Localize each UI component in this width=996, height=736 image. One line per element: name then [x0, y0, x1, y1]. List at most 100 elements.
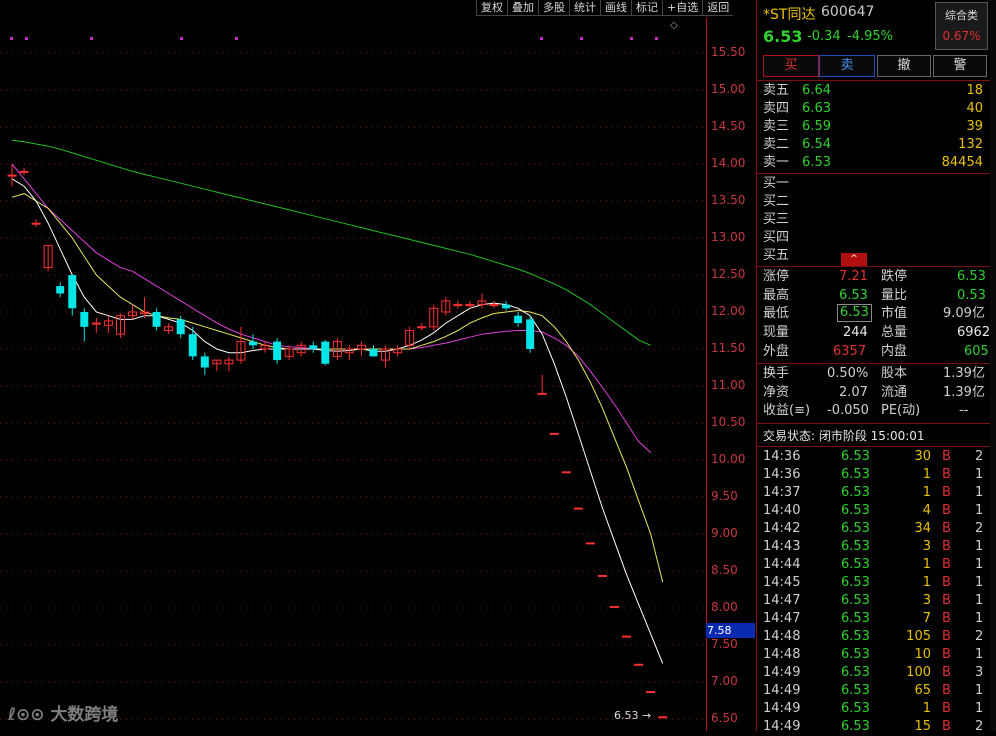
tick-row[interactable]: 14:37 6.53 1 B 1 — [757, 484, 996, 502]
stock-price: 6.53 — [763, 27, 803, 46]
tick-row[interactable]: 14:42 6.53 34 B 2 — [757, 520, 996, 538]
total-vol-value: 6962 — [957, 325, 991, 340]
tick-row[interactable]: 14:49 6.53 1 B 1 — [757, 700, 996, 718]
tick-row[interactable]: 14:44 6.53 1 B 1 — [757, 556, 996, 574]
ask-row-4[interactable]: 卖四 6.63 40 — [757, 100, 996, 118]
stock-change-pct: -4.95% — [847, 29, 893, 44]
price-axis-tick: 12.50 — [711, 267, 746, 281]
price-axis-tick: 12.00 — [711, 304, 746, 318]
collapse-orderbook-chevron-icon[interactable]: ^ — [841, 253, 867, 266]
tick-time: 14:44 — [763, 557, 801, 572]
buy-button[interactable]: 买 — [763, 55, 819, 77]
outer-label: 外盘 — [763, 344, 790, 359]
tick-time: 14:36 — [763, 467, 801, 482]
stock-name: *ST同达 — [763, 7, 816, 23]
kline-chart-svg[interactable] — [0, 18, 706, 731]
tick-side: B — [942, 449, 951, 464]
diamond-icon[interactable]: ◇ — [670, 20, 678, 31]
tick-row[interactable]: 14:49 6.53 100 B 3 — [757, 664, 996, 682]
price-axis-tick: 15.50 — [711, 45, 746, 59]
price-axis-tick: 10.00 — [711, 452, 746, 466]
sell-button[interactable]: 卖 — [819, 55, 875, 77]
tick-side: B — [942, 575, 951, 590]
kline-chart[interactable] — [0, 18, 706, 731]
price-axis-tick: 6.50 — [711, 711, 738, 725]
bid-label: 买五 — [763, 248, 790, 263]
tick-row[interactable]: 14:45 6.53 1 B 1 — [757, 574, 996, 592]
eps-label: 收益(≡) — [763, 403, 811, 418]
candle-body — [549, 432, 559, 435]
limit-down-label: 跌停 — [881, 269, 908, 284]
ask-row-1[interactable]: 卖一 6.53 84454 — [757, 154, 996, 172]
toolbar-mark-button[interactable]: 标记 — [631, 0, 662, 16]
tick-row[interactable]: 14:40 6.53 4 B 1 — [757, 502, 996, 520]
chart-toolbar: 复权 叠加 多股 统计 画线 标记 +自选 返回 — [476, 0, 734, 16]
tick-row[interactable]: 14:48 6.53 10 B 1 — [757, 646, 996, 664]
cancel-order-button[interactable]: 撤 — [877, 55, 931, 77]
price-axis-tick: 13.50 — [711, 193, 746, 207]
tick-side: B — [942, 503, 951, 518]
toolbar-draw-line-button[interactable]: 画线 — [600, 0, 631, 16]
tick-price: 6.53 — [841, 557, 870, 572]
tick-row[interactable]: 14:48 6.53 105 B 2 — [757, 628, 996, 646]
divider — [757, 363, 996, 364]
bid-row-3[interactable]: 买三 — [757, 211, 996, 229]
tick-row[interactable]: 14:49 6.53 65 B 1 — [757, 682, 996, 700]
toolbar-back-button[interactable]: 返回 — [702, 0, 734, 16]
bid-row-4[interactable]: 买四 — [757, 229, 996, 247]
tick-count: 1 — [975, 557, 984, 572]
low-price-label: 6.53 → — [614, 709, 652, 722]
candle-body — [465, 304, 475, 307]
toolbar-add-watchlist-button[interactable]: +自选 — [662, 0, 703, 16]
tick-row[interactable]: 14:47 6.53 3 B 1 — [757, 592, 996, 610]
candle-body — [31, 222, 41, 225]
ask-price: 6.59 — [802, 119, 831, 134]
tick-time: 14:45 — [763, 575, 801, 590]
event-marker — [655, 37, 658, 40]
sector-pct: 0.67% — [942, 29, 981, 43]
tick-volume: 15 — [914, 719, 931, 734]
arrow-right-icon: → — [642, 709, 652, 722]
ma5-line — [11, 178, 664, 664]
tick-row[interactable]: 14:47 6.53 7 B 1 — [757, 610, 996, 628]
ask-row-2[interactable]: 卖二 6.54 132 — [757, 136, 996, 154]
ask-row-3[interactable]: 卖三 6.59 39 — [757, 118, 996, 136]
tick-price: 6.53 — [841, 593, 870, 608]
tick-row[interactable]: 14:36 6.53 30 B 2 — [757, 448, 996, 466]
tick-row[interactable]: 14:49 6.53 15 B 2 — [757, 718, 996, 736]
toolbar-multi-stock-button[interactable]: 多股 — [538, 0, 569, 16]
ask-price: 6.64 — [802, 83, 831, 98]
turnover-label: 换手 — [763, 366, 790, 381]
tick-count: 1 — [975, 701, 984, 716]
watermark-logo: ℓ⊙⊙ 大数跨境 — [8, 705, 119, 725]
event-marker — [630, 37, 633, 40]
tick-time: 14:37 — [763, 485, 801, 500]
tick-row[interactable]: 14:36 6.53 1 B 1 — [757, 466, 996, 484]
turnover-value: 0.50% — [827, 366, 869, 381]
tick-time: 14:36 — [763, 449, 801, 464]
candle-body — [273, 341, 282, 361]
ask-vol: 39 — [966, 119, 983, 134]
toolbar-restore-rights-button[interactable]: 复权 — [476, 0, 507, 16]
bid-row-2[interactable]: 买二 — [757, 193, 996, 211]
price-alert-button[interactable]: 警 — [933, 55, 987, 77]
tick-volume: 3 — [922, 593, 931, 608]
toolbar-statistics-button[interactable]: 统计 — [569, 0, 600, 16]
tick-volume: 34 — [914, 521, 931, 536]
current-vol-label: 现量 — [763, 325, 790, 340]
high-label: 最高 — [763, 288, 790, 303]
logo-mark-icon: ℓ⊙⊙ — [8, 705, 45, 725]
ask-row-5[interactable]: 卖五 6.64 18 — [757, 82, 996, 100]
eps-value: -0.050 — [827, 403, 869, 418]
tick-volume: 4 — [922, 503, 931, 518]
sector-box[interactable]: 综合类 0.67% — [935, 2, 988, 50]
bid-row-1[interactable]: 买一 — [757, 175, 996, 193]
share-capital-label: 股本 — [881, 366, 908, 381]
float-value: 1.39亿 — [943, 385, 985, 400]
tick-price: 6.53 — [841, 467, 870, 482]
toolbar-overlay-button[interactable]: 叠加 — [507, 0, 538, 16]
tick-row[interactable]: 14:43 6.53 3 B 1 — [757, 538, 996, 556]
bid-row-5[interactable]: 买五 — [757, 247, 996, 265]
tick-time: 14:48 — [763, 647, 801, 662]
event-marker — [25, 37, 28, 40]
